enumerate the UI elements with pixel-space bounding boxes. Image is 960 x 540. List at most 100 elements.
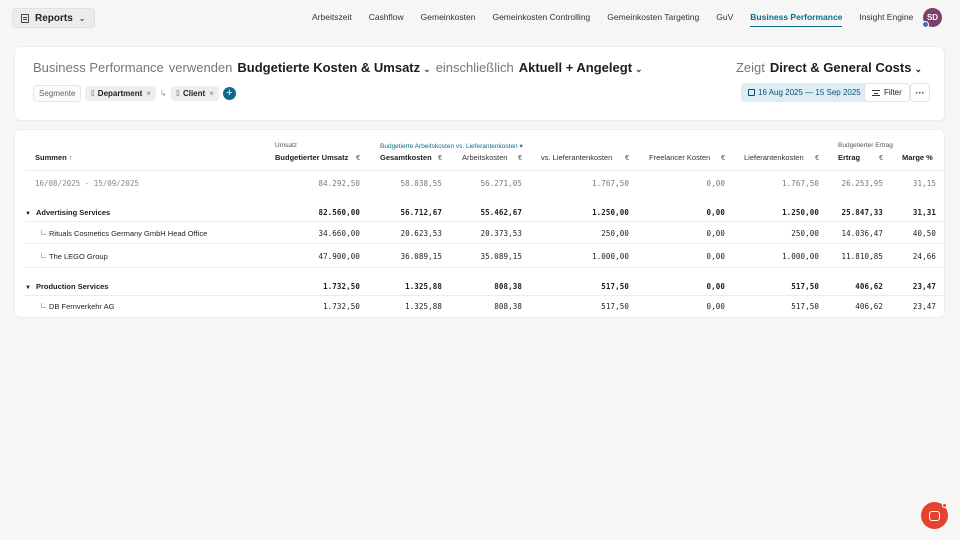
- cell-freelancer-kosten: 0,00: [706, 208, 725, 217]
- segments-label: Segmente: [33, 85, 82, 102]
- chevron-down-icon: ⌄: [423, 64, 431, 74]
- nav-link-arbeitszeit[interactable]: Arbeitszeit: [312, 12, 352, 27]
- col-header-umsatz[interactable]: Budgetierter Umsatz: [275, 153, 348, 162]
- divider: [25, 243, 944, 244]
- cell-arbeitskosten: 55.462,67: [480, 208, 522, 217]
- divider: [25, 295, 944, 296]
- segment-chip-client[interactable]: ⁞⁞ Client ×: [170, 86, 219, 101]
- add-segment-button[interactable]: +: [222, 87, 236, 100]
- row-client-db-fernverkehr[interactable]: DB Fernverkehr AG: [41, 302, 114, 311]
- cell-lieferantenkosten: 517,50: [791, 302, 819, 311]
- show-selector: Zeigt Direct & General Costs ⌄: [736, 60, 922, 75]
- report-icon: [21, 13, 29, 23]
- col-header-freelancer-kosten[interactable]: Freelancer Kosten: [649, 153, 710, 162]
- report-config-sentence: Business Performance verwenden Budgetier…: [33, 60, 643, 75]
- cell-vs-lieferantenkosten: 517,50: [601, 302, 629, 311]
- currency-label: €: [879, 153, 884, 162]
- cell-umsatz: 82.560,00: [318, 208, 360, 217]
- row-client-rituals[interactable]: Rituals Cosmetics Germany GmbH Head Offi…: [41, 229, 207, 238]
- row-client-lego[interactable]: The LEGO Group: [41, 252, 108, 261]
- currency-label: €: [815, 153, 820, 162]
- nav-link-business-performance[interactable]: Business Performance: [750, 12, 843, 27]
- cost-basis-dropdown[interactable]: Budgetierte Kosten & Umsatz ⌄: [237, 60, 430, 75]
- col-header-ertrag[interactable]: Ertrag: [838, 153, 860, 162]
- cell-umsatz: 84.292,50: [318, 179, 360, 188]
- chevron-down-icon: ⌄: [914, 64, 922, 74]
- close-icon[interactable]: ×: [209, 89, 214, 98]
- cell-vs-lieferantenkosten: 1.250,00: [592, 208, 629, 217]
- cell-vs-lieferantenkosten: 1.000,00: [592, 252, 629, 261]
- nav-link-cashflow[interactable]: Cashflow: [369, 12, 404, 27]
- drag-handle-icon[interactable]: ⁞⁞: [176, 89, 180, 98]
- cell-gesamtkosten: 56.712,67: [400, 208, 442, 217]
- performance-table: Umsatz Budgetierte Arbeitskosten vs. Lie…: [14, 129, 945, 318]
- currency-label: €: [356, 153, 361, 162]
- cell-arbeitskosten: 20.373,53: [480, 229, 522, 238]
- col-header-arbeitskosten[interactable]: Arbeitskosten: [462, 153, 507, 162]
- reports-menu-button[interactable]: Reports ⌄: [12, 8, 95, 28]
- tree-branch-icon: [41, 303, 46, 308]
- data-scope-dropdown[interactable]: Aktuell + Angelegt ⌄: [519, 60, 643, 75]
- cell-ertrag: 14.036,47: [841, 229, 883, 238]
- cell-gesamtkosten: 20.623,53: [400, 229, 442, 238]
- drag-handle-icon[interactable]: ⁞⁞: [90, 89, 94, 98]
- col-header-vs-lieferantenkosten[interactable]: vs. Lieferantenkosten: [541, 153, 612, 162]
- cell-marge: 24,66: [912, 252, 936, 261]
- chat-icon: [929, 510, 940, 521]
- group-label-ertrag: Budgetierter Ertrag: [838, 142, 893, 149]
- cell-lieferantenkosten: 517,50: [791, 282, 819, 291]
- reports-label: Reports: [35, 12, 73, 24]
- nav-links: Arbeitszeit Cashflow Gemeinkosten Gemein…: [312, 12, 930, 27]
- nav-link-insight-engine[interactable]: Insight Engine: [859, 12, 913, 27]
- cell-ertrag: 406,62: [855, 302, 883, 311]
- close-icon[interactable]: ×: [146, 89, 151, 98]
- cell-arbeitskosten: 808,38: [494, 302, 522, 311]
- cell-ertrag: 11.810,85: [841, 252, 883, 261]
- cell-umsatz: 47.900,00: [318, 252, 360, 261]
- filter-icon: [872, 89, 880, 96]
- more-options-button[interactable]: ···: [910, 83, 930, 102]
- sort-ascending-icon: ↑: [68, 155, 73, 162]
- segments-bar: Segmente ⁞⁞ Department × ↳ ⁞⁞ Client × +: [33, 85, 236, 102]
- cell-freelancer-kosten: 0,00: [706, 179, 725, 188]
- row-group-advertising-services[interactable]: ▼ Advertising Services: [25, 208, 110, 217]
- report-name: Business Performance: [33, 60, 164, 75]
- nav-link-guv[interactable]: GuV: [716, 12, 733, 27]
- currency-label: €: [518, 153, 523, 162]
- segment-chip-department[interactable]: ⁞⁞ Department ×: [85, 86, 156, 101]
- collapse-triangle-icon[interactable]: ▼: [25, 285, 31, 291]
- group-label-umsatz: Umsatz: [275, 142, 298, 149]
- row-group-production-services[interactable]: ▼ Production Services: [25, 282, 108, 291]
- cell-gesamtkosten: 1.325,88: [405, 302, 442, 311]
- nav-link-gemeinkosten-controlling[interactable]: Gemeinkosten Controlling: [492, 12, 590, 27]
- currency-label: €: [438, 153, 443, 162]
- collapse-triangle-icon[interactable]: ▼: [25, 211, 31, 217]
- chevron-down-icon: ⌄: [635, 64, 643, 74]
- col-header-gesamtkosten[interactable]: Gesamtkosten: [380, 153, 432, 162]
- col-header-marge[interactable]: Marge %: [902, 153, 933, 162]
- date-range-button[interactable]: 16 Aug 2025 — 15 Sep 2025: [741, 83, 868, 102]
- col-header-summen[interactable]: Summen ↑: [35, 153, 72, 162]
- col-header-lieferantenkosten[interactable]: Lieferantenkosten: [744, 153, 804, 162]
- nav-link-gemeinkosten[interactable]: Gemeinkosten: [421, 12, 476, 27]
- cell-freelancer-kosten: 0,00: [706, 282, 725, 291]
- cell-freelancer-kosten: 0,00: [706, 229, 725, 238]
- filter-label: Filter: [884, 88, 902, 97]
- cost-type-dropdown[interactable]: Direct & General Costs ⌄: [770, 60, 922, 75]
- group-label-kosten-toggle[interactable]: Budgetierte Arbeitskosten vs. Lieferante…: [380, 142, 523, 150]
- tree-branch-icon: [41, 253, 46, 258]
- divider: [25, 221, 944, 222]
- cell-marge: 31,15: [912, 179, 936, 188]
- divider: [25, 267, 944, 268]
- cell-vs-lieferantenkosten: 517,50: [601, 282, 629, 291]
- cell-ertrag: 26.253,95: [841, 179, 883, 188]
- chip-label: Client: [182, 89, 206, 98]
- nav-link-gemeinkosten-targeting[interactable]: Gemeinkosten Targeting: [607, 12, 699, 27]
- cell-gesamtkosten: 1.325,88: [405, 282, 442, 291]
- cell-gesamtkosten: 36.089,15: [400, 252, 442, 261]
- cell-lieferantenkosten: 1.767,50: [782, 179, 819, 188]
- cell-lieferantenkosten: 1.000,00: [782, 252, 819, 261]
- filter-button[interactable]: Filter: [864, 83, 910, 102]
- cell-lieferantenkosten: 250,00: [791, 229, 819, 238]
- cell-marge: 23,47: [912, 302, 936, 311]
